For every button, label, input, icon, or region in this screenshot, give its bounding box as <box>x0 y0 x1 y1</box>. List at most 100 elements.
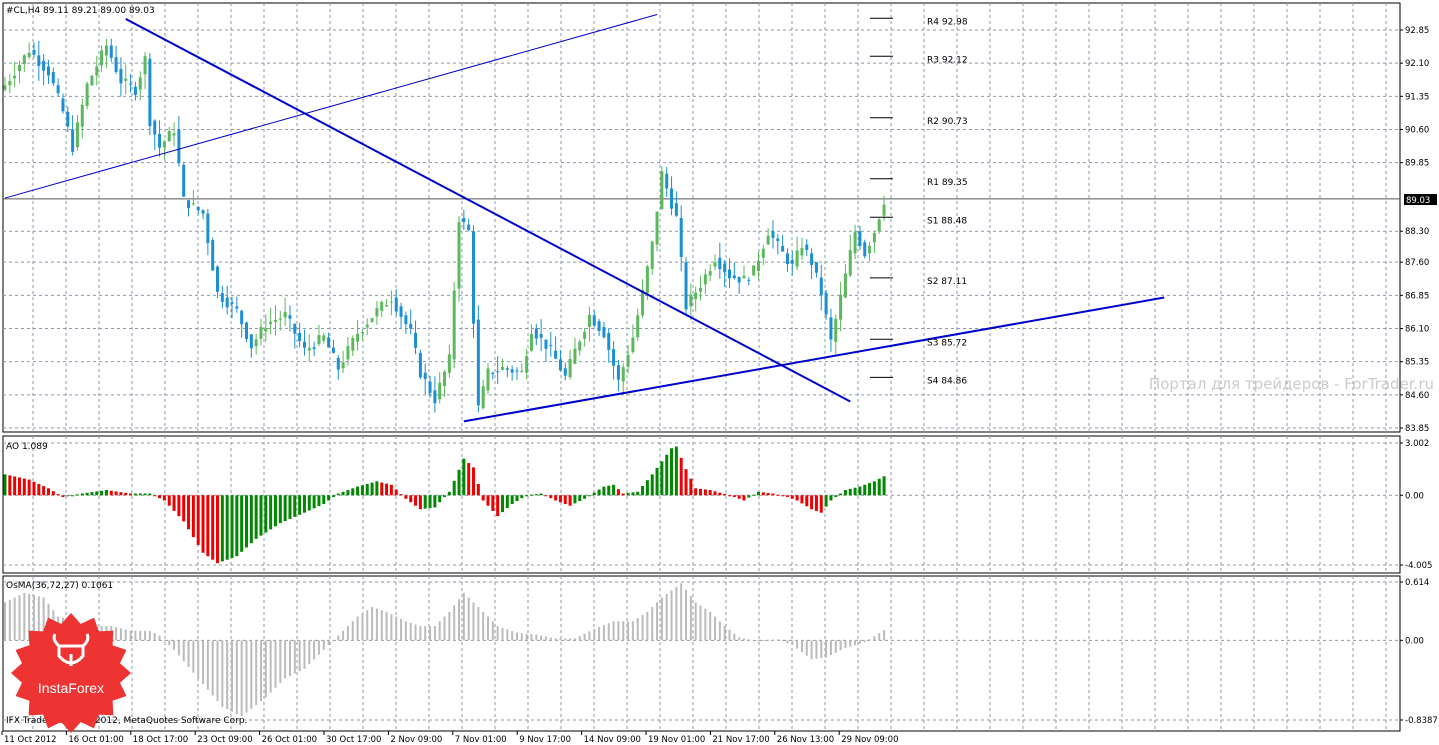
candle-body <box>153 120 157 135</box>
ao-bar <box>273 495 277 527</box>
ao-bar <box>100 490 104 496</box>
osma-bar <box>202 640 205 685</box>
ao-bar <box>756 491 760 496</box>
osma-bar <box>317 640 320 655</box>
ao-bar <box>708 490 712 496</box>
ao-bar <box>216 495 220 564</box>
candle-body <box>877 219 881 232</box>
osma-ytick-label: -0.8387 <box>1405 716 1438 726</box>
ao-bar <box>544 495 548 497</box>
candle-body <box>254 339 258 347</box>
ao-bar <box>732 495 736 498</box>
candle-body <box>452 290 456 360</box>
ao-bar <box>302 495 306 513</box>
candle-body <box>534 328 538 339</box>
candle-body <box>298 332 302 342</box>
osma-bar <box>738 637 741 641</box>
ao-bar <box>399 494 403 496</box>
candle-body <box>119 69 123 84</box>
ao-bar <box>409 495 413 503</box>
osma-bar <box>554 638 557 641</box>
pivot-label: R4 92.98 <box>927 17 968 27</box>
ao-bar <box>27 479 31 496</box>
ao-bar <box>670 448 674 496</box>
osma-bar <box>718 621 721 641</box>
osma-bar <box>873 636 876 641</box>
candle-body <box>621 367 625 382</box>
candle-body <box>438 382 442 400</box>
ao-bar <box>829 495 833 501</box>
ao-bar <box>331 495 335 498</box>
candle-body <box>51 72 55 84</box>
xtick-label: 29 Nov 09:00 <box>841 735 898 745</box>
ao-bar <box>848 488 852 496</box>
candle-body <box>587 314 591 328</box>
osma-bar <box>458 599 461 641</box>
osma-bar <box>829 640 832 656</box>
ao-bar <box>418 495 422 510</box>
candle-body <box>592 315 596 326</box>
candle-body <box>447 354 451 373</box>
candle-body <box>834 318 838 342</box>
osma-bar <box>182 640 185 662</box>
ao-bar <box>158 495 162 499</box>
candle-body <box>718 257 722 270</box>
candle-body <box>22 55 26 65</box>
candle-body <box>737 276 741 283</box>
ao-bar <box>438 495 442 503</box>
ao-bar <box>843 490 847 496</box>
osma-bar <box>139 630 142 641</box>
candle-body <box>245 322 248 340</box>
candle-body <box>129 83 133 85</box>
candle-body <box>650 241 654 269</box>
osma-bar <box>197 640 200 679</box>
osma-bar <box>771 639 774 641</box>
xtick-label: 2 Nov 09:00 <box>390 735 442 745</box>
ao-bar <box>201 495 205 553</box>
candle-body <box>670 188 674 209</box>
trendline-descending <box>125 18 851 403</box>
osma-bar <box>269 640 272 693</box>
ao-bar <box>790 495 794 499</box>
candle-body <box>491 372 495 375</box>
osma-bar <box>583 633 586 641</box>
osma-bar <box>144 630 147 641</box>
candle-body <box>293 324 297 334</box>
candle-body <box>679 217 683 258</box>
xtick-label: 16 Oct 01:00 <box>68 735 123 745</box>
xtick-label: 19 Nov 01:00 <box>648 735 705 745</box>
candle-body <box>80 104 84 127</box>
ao-bar <box>863 484 867 496</box>
osma-bar <box>805 640 808 656</box>
ao-bar <box>795 495 799 501</box>
candle-body <box>839 294 843 320</box>
ao-bar <box>443 495 447 498</box>
ao-bar <box>612 484 616 496</box>
ao-bar <box>872 481 876 496</box>
ao-bar <box>51 491 55 496</box>
osma-bar <box>767 639 770 641</box>
candle-body <box>172 133 176 136</box>
ao-bar <box>457 469 461 496</box>
osma-bar <box>409 622 412 641</box>
ao-bar <box>283 495 287 522</box>
osma-bar <box>462 592 465 641</box>
osma-bar <box>177 640 180 656</box>
ao-bar <box>235 495 239 557</box>
osma-bar <box>863 640 866 643</box>
osma-ytick-label: 0.00 <box>1405 636 1424 646</box>
candle-body <box>525 356 529 373</box>
ao-bar <box>510 495 514 504</box>
candle-body <box>196 206 200 211</box>
ao-bar <box>660 461 664 496</box>
ao-bar <box>587 495 591 497</box>
candle-body <box>90 75 94 86</box>
osma-bar <box>752 640 755 642</box>
osma-bar <box>709 611 712 641</box>
pivot-label: R3 92.12 <box>927 55 968 65</box>
ao-bar <box>529 494 533 496</box>
ao-bar <box>13 476 17 496</box>
ao-bar <box>877 478 881 496</box>
ao-bar <box>249 495 253 544</box>
osma-bar <box>878 633 881 641</box>
